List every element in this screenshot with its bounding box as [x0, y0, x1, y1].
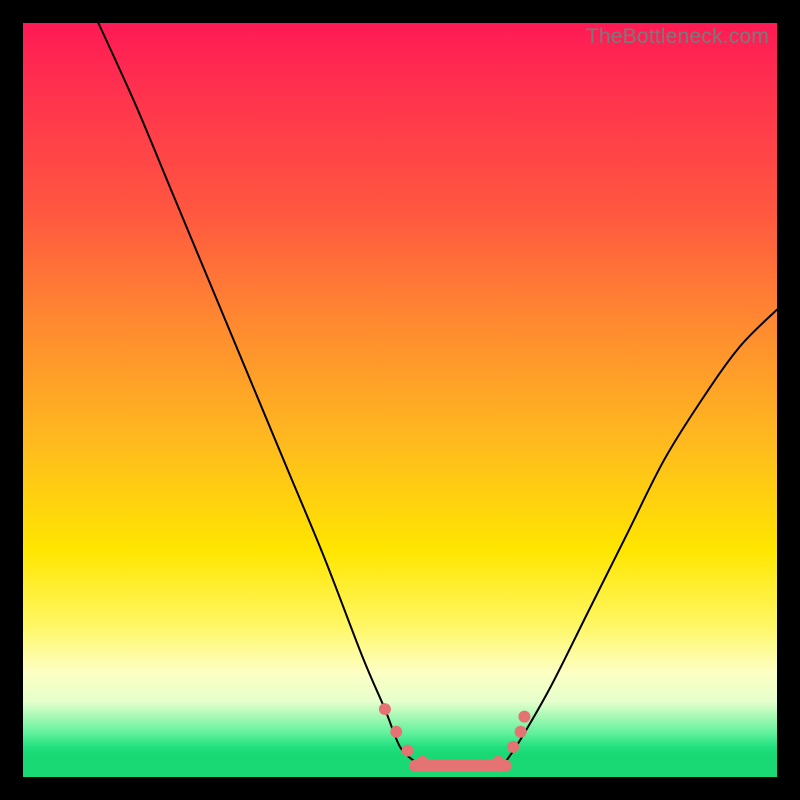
- chart-frame: TheBottleneck.com: [0, 0, 800, 800]
- highlight-marker: [402, 745, 414, 757]
- highlight-marker: [417, 756, 429, 768]
- highlight-marker: [390, 726, 402, 738]
- highlight-marker: [518, 711, 530, 723]
- highlight-marker: [379, 703, 391, 715]
- right-curve: [506, 310, 777, 762]
- chart-svg: [23, 23, 777, 777]
- highlight-marker: [507, 741, 519, 753]
- left-curve: [98, 23, 415, 762]
- plot-area: TheBottleneck.com: [23, 23, 777, 777]
- highlight-marker: [439, 760, 451, 772]
- highlight-marker: [492, 756, 504, 768]
- highlight-marker: [469, 760, 481, 772]
- highlight-marker: [515, 726, 527, 738]
